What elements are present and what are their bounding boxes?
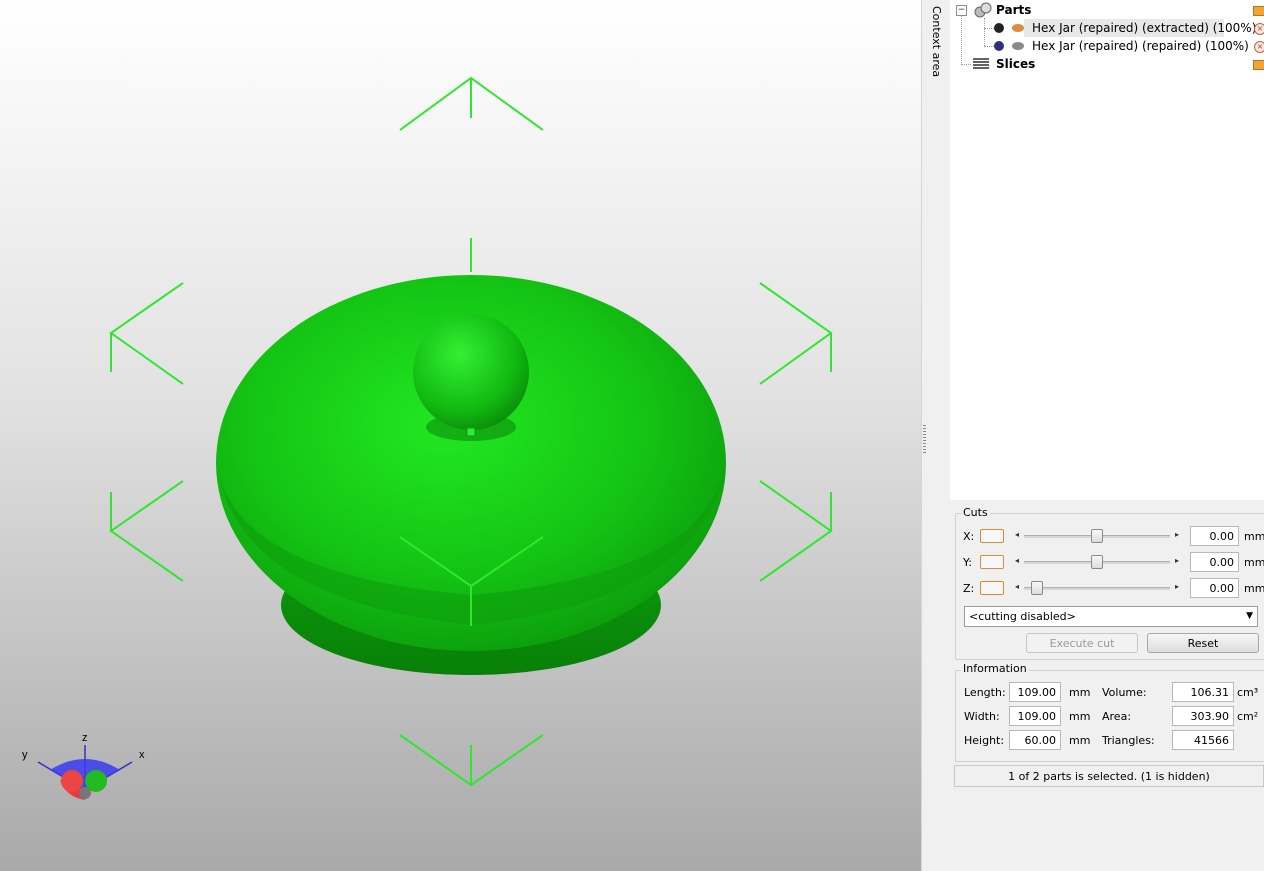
cut-z-slider[interactable]: ◂ ▸ [1012,581,1182,595]
parts-icon [974,2,992,18]
context-area-label: Context area [930,6,943,78]
cut-mode-value: <cutting disabled> [969,610,1076,623]
orientation-gizmo [37,745,133,800]
axis-z-label: z [82,732,88,744]
length-value: 109.00 [1009,682,1061,702]
height-label: Height: [964,734,1005,747]
selection-status: 1 of 2 parts is selected. (1 is hidden) [954,765,1264,787]
height-value: 60.00 [1009,730,1061,750]
cut-x-value[interactable]: 0.00 [1190,526,1239,546]
cut-y-unit: mm [1244,556,1264,569]
volume-value: 106.31 [1172,682,1234,702]
length-unit: mm [1069,686,1091,699]
axis-y-label: y [22,749,28,761]
triangles-label: Triangles: [1102,734,1155,747]
chevron-down-icon: ▼ [1246,611,1253,621]
cut-z-label: Z: [963,582,975,595]
cut-z-value[interactable]: 0.00 [1190,578,1239,598]
width-unit: mm [1069,710,1091,723]
folder-icon[interactable] [1253,60,1264,70]
cut-y-color[interactable] [980,555,1004,569]
area-unit: cm² [1237,710,1259,723]
axis-x-label: x [139,749,145,761]
volume-label: Volume: [1102,686,1147,699]
reset-button[interactable]: Reset [1147,633,1259,653]
parts-label: Parts [996,3,1032,17]
area-label: Area: [1102,710,1132,723]
cut-x-color[interactable] [980,529,1004,543]
3d-viewport[interactable]: z y x [0,0,921,871]
context-area-tab[interactable]: Context area [921,0,951,871]
cut-z-unit: mm [1244,582,1264,595]
cuts-title: Cuts [961,506,990,519]
length-label: Length: [964,686,1006,699]
color-dot-icon[interactable] [994,23,1004,33]
tree-item-extracted[interactable]: Hex Jar (repaired) (extracted) (100%) [994,19,1256,37]
cut-x-slider[interactable]: ◂ ▸ [1012,529,1182,543]
tree-item-label: Hex Jar (repaired) (repaired) (100%) [1032,39,1249,53]
cut-mode-select[interactable]: <cutting disabled> ▼ [964,606,1258,627]
scene-canvas[interactable]: z y x [0,0,921,871]
cut-y-value[interactable]: 0.00 [1190,552,1239,572]
area-value: 303.90 [1172,706,1234,726]
volume-unit: cm³ [1237,686,1259,699]
cut-x-label: X: [963,530,975,543]
hidden-eye-icon[interactable] [1012,42,1024,50]
height-unit: mm [1069,734,1091,747]
cut-z-color[interactable] [980,581,1004,595]
remove-part-icon[interactable]: × [1254,23,1264,35]
tree-item-repaired[interactable]: Hex Jar (repaired) (repaired) (100%) [994,37,1249,55]
width-label: Width: [964,710,1000,723]
color-dot-icon[interactable] [994,41,1004,51]
tree-slices-node[interactable]: Slices [972,55,1035,73]
tree-parts-node[interactable]: Parts [974,1,1031,19]
slices-label: Slices [996,57,1036,71]
execute-cut-button[interactable]: Execute cut [1026,633,1138,653]
cut-y-slider[interactable]: ◂ ▸ [1012,555,1182,569]
visible-eye-icon[interactable] [1012,24,1024,32]
cut-x-unit: mm [1244,530,1264,543]
cut-y-label: Y: [963,556,972,569]
width-value: 109.00 [1009,706,1061,726]
slices-icon [973,58,989,69]
parts-tree[interactable] [950,0,1264,501]
information-title: Information [961,662,1029,675]
triangles-value: 41566 [1172,730,1234,750]
folder-icon[interactable] [1253,6,1264,16]
splitter-handle[interactable] [923,425,926,453]
tree-item-label: Hex Jar (repaired) (extracted) (100%) [1032,21,1257,35]
remove-part-icon[interactable]: × [1254,41,1264,53]
